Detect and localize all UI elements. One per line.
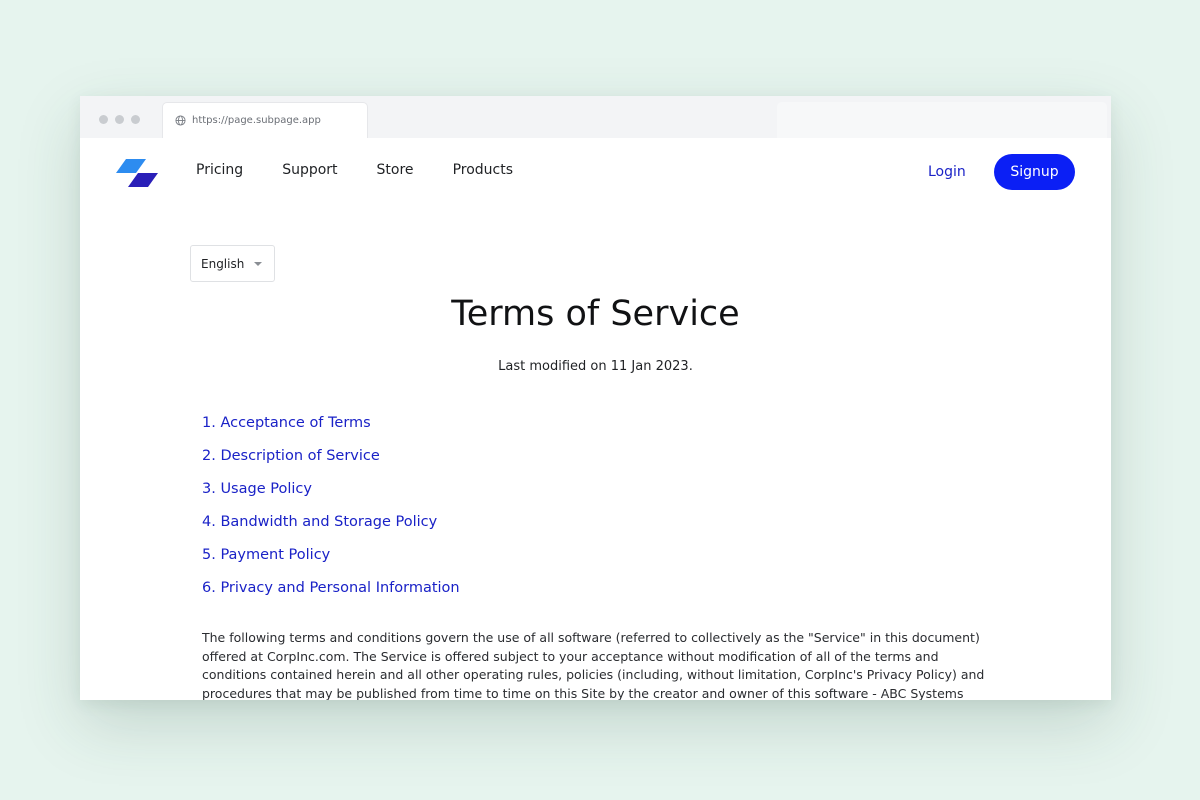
nav-link-pricing[interactable]: Pricing [196, 162, 243, 178]
browser-tab[interactable]: https://page.subpage.app [162, 102, 368, 138]
toc-link-payment[interactable]: 5. Payment Policy [202, 544, 460, 577]
toc-link-usage[interactable]: 3. Usage Policy [202, 478, 460, 511]
intro-paragraph: The following terms and conditions gover… [202, 630, 985, 700]
window-controls [99, 115, 140, 124]
toc-link-acceptance[interactable]: 1. Acceptance of Terms [202, 412, 460, 445]
table-of-contents: 1. Acceptance of Terms 2. Description of… [202, 412, 460, 610]
minimize-window-dot[interactable] [115, 115, 124, 124]
last-modified-text: Last modified on 11 Jan 2023. [498, 359, 693, 374]
language-selected-value: English [201, 256, 245, 271]
browser-window: https://page.subpage.app Pricing Support… [80, 96, 1111, 700]
signup-button[interactable]: Signup [994, 154, 1075, 190]
page-title: Terms of Service [451, 294, 740, 334]
globe-icon [175, 115, 186, 126]
toc-link-privacy[interactable]: 6. Privacy and Personal Information [202, 577, 460, 610]
nav-links: Pricing Support Store Products [196, 162, 552, 178]
chevron-down-icon [254, 262, 262, 266]
close-window-dot[interactable] [99, 115, 108, 124]
toc-link-description[interactable]: 2. Description of Service [202, 445, 460, 478]
address-url[interactable]: https://page.subpage.app [192, 115, 321, 126]
toc-link-bandwidth[interactable]: 4. Bandwidth and Storage Policy [202, 511, 460, 544]
maximize-window-dot[interactable] [131, 115, 140, 124]
browser-chrome: https://page.subpage.app [80, 96, 1111, 138]
nav-link-products[interactable]: Products [453, 162, 513, 178]
browser-tab-strip [777, 102, 1107, 138]
login-link[interactable]: Login [928, 164, 966, 180]
language-select[interactable]: English [190, 245, 275, 282]
nav-link-store[interactable]: Store [377, 162, 414, 178]
brand-logo-icon[interactable] [116, 157, 158, 189]
top-navigation: Pricing Support Store Products Login Sig… [80, 138, 1111, 208]
nav-link-support[interactable]: Support [282, 162, 337, 178]
